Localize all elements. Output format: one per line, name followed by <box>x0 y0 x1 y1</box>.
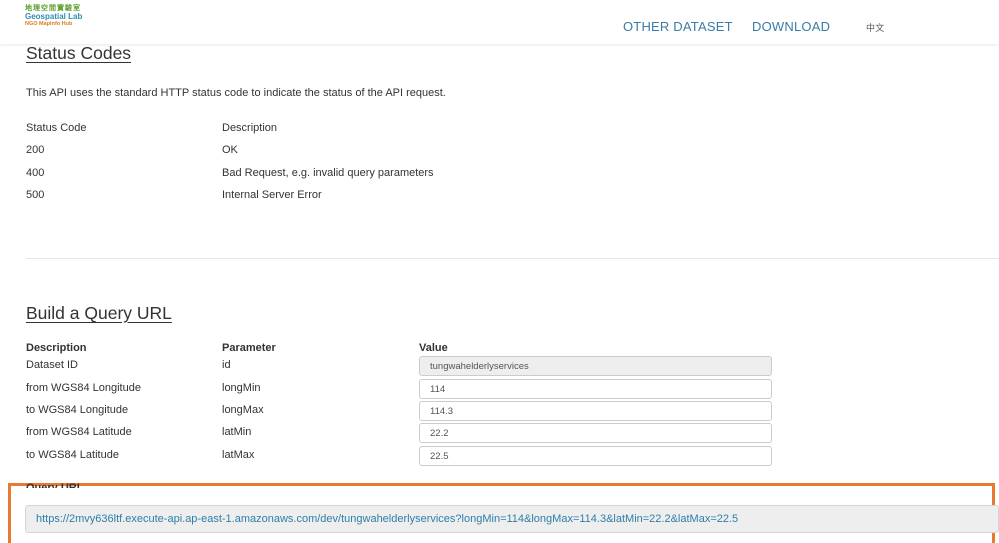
param-description: Dataset ID <box>26 359 78 371</box>
param-name: latMin <box>222 426 252 438</box>
param-name: longMax <box>222 404 264 416</box>
lat-max-input[interactable] <box>419 446 772 466</box>
description-header: Description <box>222 122 278 134</box>
status-description: OK <box>222 144 238 156</box>
param-row-long-max: to WGS84 Longitude longMax <box>0 401 999 423</box>
long-max-input[interactable] <box>419 401 772 421</box>
status-code: 200 <box>26 144 45 156</box>
param-name: longMin <box>222 382 261 394</box>
status-code: 500 <box>26 189 45 201</box>
table-row: 400 Bad Request, e.g. invalid query para… <box>26 167 626 183</box>
logo-chinese-text: 地理空間實驗室 <box>25 5 81 12</box>
status-description: Internal Server Error <box>222 189 322 201</box>
param-description: to WGS84 Longitude <box>26 404 129 416</box>
geospatial-lab-logo[interactable]: 地理空間實驗室 Geospatial Lab NGO MapInfo Hub <box>25 5 82 28</box>
logo-subtitle: NGO MapInfo Hub <box>25 21 73 27</box>
top-navbar: 地理空間實驗室 Geospatial Lab NGO MapInfo Hub O… <box>0 0 999 44</box>
lat-min-input[interactable] <box>419 423 772 443</box>
param-row-lat-max: to WGS84 Latitude latMax <box>0 446 999 468</box>
param-value-header: Value <box>419 342 448 354</box>
status-code-header: Status Code <box>26 122 87 134</box>
param-description: to WGS84 Latitude <box>26 449 119 461</box>
param-description: from WGS84 Latitude <box>26 426 132 438</box>
table-row: 500 Internal Server Error <box>26 189 626 205</box>
section-divider <box>26 258 999 259</box>
param-parameter-header: Parameter <box>222 342 276 354</box>
dataset-id-field[interactable] <box>419 356 772 376</box>
nav-other-dataset-link[interactable]: OTHER DATASET <box>623 19 733 34</box>
status-intro-text: This API uses the standard HTTP status c… <box>26 87 446 99</box>
nav-language-link[interactable]: 中文 <box>866 21 884 34</box>
table-row: 200 OK <box>26 144 626 160</box>
status-code: 400 <box>26 167 45 179</box>
param-row-lat-min: from WGS84 Latitude latMin <box>0 423 999 445</box>
nav-download-link[interactable]: DOWNLOAD <box>752 19 830 34</box>
status-table-header: Status Code Description <box>26 122 626 138</box>
long-min-input[interactable] <box>419 379 772 399</box>
query-url-field[interactable]: https://2mvy636ltf.execute-api.ap-east-1… <box>25 505 999 533</box>
param-description-header: Description <box>26 342 87 354</box>
param-row-dataset-id: Dataset ID id <box>0 356 999 378</box>
param-name: id <box>222 359 231 371</box>
logo-english-text: Geospatial Lab <box>25 12 83 21</box>
param-row-long-min: from WGS84 Longitude longMin <box>0 379 999 401</box>
query-url-label: Query URL <box>26 482 84 488</box>
status-description: Bad Request, e.g. invalid query paramete… <box>222 167 434 179</box>
build-query-url-heading: Build a Query URL <box>26 303 172 323</box>
param-description: from WGS84 Longitude <box>26 382 141 394</box>
param-name: latMax <box>222 449 255 461</box>
status-codes-heading: Status Codes <box>26 43 132 63</box>
